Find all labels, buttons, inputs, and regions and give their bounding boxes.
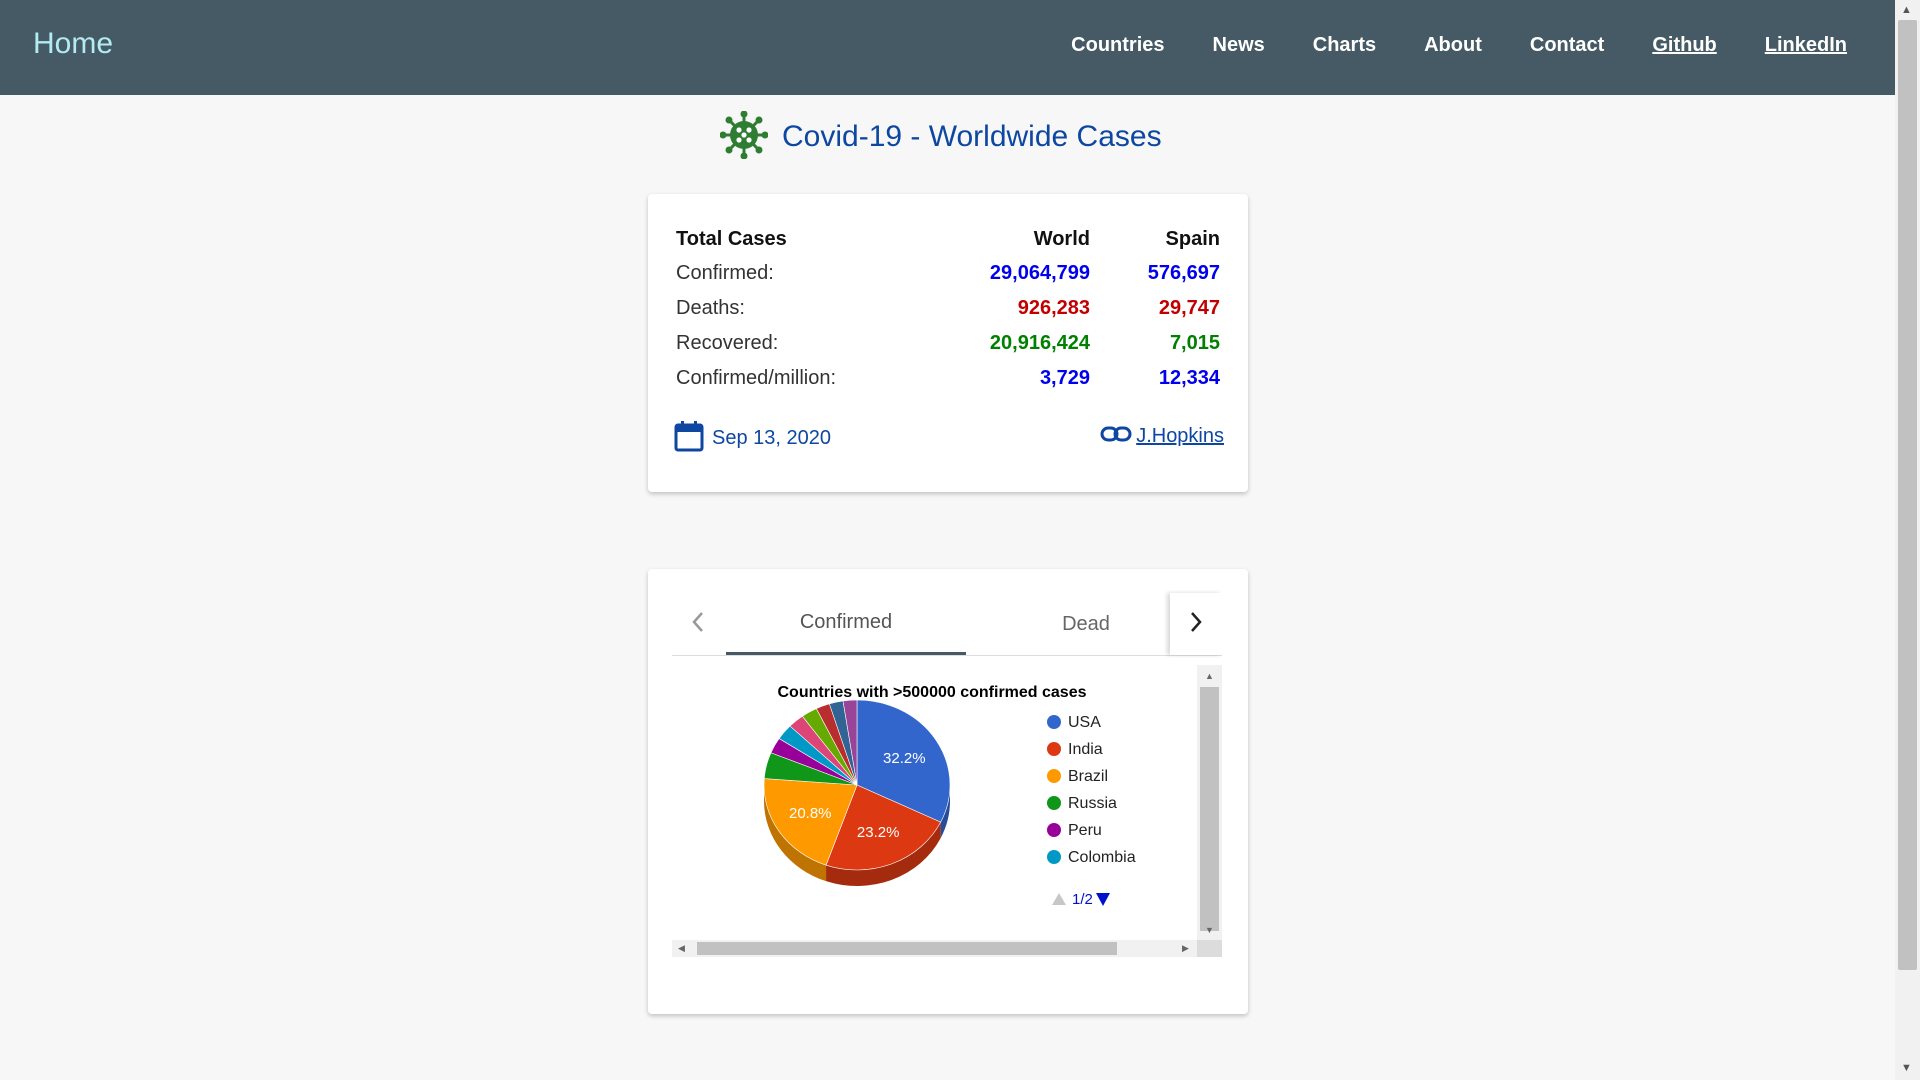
nav-link-github[interactable]: Github xyxy=(1652,34,1716,57)
chart-vertical-scroll-thumb[interactable] xyxy=(1200,687,1219,931)
legend-item[interactable]: Colombia xyxy=(1068,849,1136,866)
chevron-left-icon xyxy=(691,611,705,638)
chart-scroll-down-icon[interactable]: ▼ xyxy=(1205,925,1214,935)
nav-link-about[interactable]: About xyxy=(1424,34,1482,57)
legend-item[interactable]: USA xyxy=(1068,714,1101,731)
chart-horizontal-scroll-thumb[interactable] xyxy=(697,942,1117,955)
stats-world-deaths: 926,283 xyxy=(1017,297,1090,319)
page-scrollbar[interactable]: ▲ ▼ xyxy=(1895,0,1920,1080)
stats-label-confirmed: Confirmed: xyxy=(676,262,774,284)
virus-icon xyxy=(719,110,769,164)
pie-slice-label: 20.8% xyxy=(789,805,832,822)
nav-link-news[interactable]: News xyxy=(1213,34,1265,57)
chart-scroll-up-icon[interactable]: ▲ xyxy=(1205,671,1214,681)
legend-prev-page-icon[interactable] xyxy=(1052,893,1066,905)
chart-frame: Countries with >500000 confirmed cases 3… xyxy=(672,665,1222,957)
nav-link-contact[interactable]: Contact xyxy=(1530,34,1604,57)
legend-item[interactable]: Brazil xyxy=(1068,768,1108,785)
chart-tabs: Confirmed Dead xyxy=(672,593,1222,656)
nav-link-countries[interactable]: Countries xyxy=(1071,34,1164,57)
chart-horizontal-scrollbar[interactable]: ◀ ▶ xyxy=(672,940,1197,957)
legend-next-page-icon[interactable] xyxy=(1096,893,1110,906)
chart-vertical-scrollbar[interactable]: ▲ ▼ xyxy=(1197,665,1222,940)
chart-scroll-right-icon[interactable]: ▶ xyxy=(1182,943,1189,954)
stats-label-per-million: Confirmed/million: xyxy=(676,367,837,389)
stats-spain-recovered: 7,015 xyxy=(1169,332,1220,354)
source-link[interactable]: J.Hopkins xyxy=(1100,424,1224,449)
chart-card: Confirmed Dead Countries with >500000 co… xyxy=(648,569,1248,1014)
source-link-text[interactable]: J.Hopkins xyxy=(1136,425,1224,448)
stats-label-deaths: Deaths: xyxy=(676,297,745,319)
stats-label-recovered: Recovered: xyxy=(676,332,779,354)
stats-spain-per-million: 12,334 xyxy=(1158,367,1220,389)
stats-world-confirmed: 29,064,799 xyxy=(989,262,1090,284)
stats-table: Total Cases World Spain Confirmed: 29,06… xyxy=(676,222,1220,396)
stats-header-world: World xyxy=(1033,227,1090,250)
pie-slices xyxy=(763,699,951,871)
legend-swatch xyxy=(1047,715,1061,729)
stats-row-deaths: Deaths: 926,283 29,747 xyxy=(676,291,1220,326)
tab-confirmed[interactable]: Confirmed xyxy=(726,593,966,655)
nav-links: Countries News Charts About Contact Gith… xyxy=(1071,34,1847,57)
stats-row-confirmed: Confirmed: 29,064,799 576,697 xyxy=(676,256,1220,291)
legend-swatch xyxy=(1047,742,1061,756)
chart-legend: USA India Brazil Russia Peru Colombia xyxy=(1047,714,1136,866)
legend-swatch xyxy=(1047,823,1061,837)
chevron-right-icon xyxy=(1189,611,1203,638)
data-date: Sep 13, 2020 xyxy=(712,427,831,449)
pie-slice-label: 32.2% xyxy=(883,750,926,767)
stats-header-spain: Spain xyxy=(1165,227,1220,250)
page-scrollbar-thumb[interactable] xyxy=(1898,20,1917,970)
chart-scroll-left-icon[interactable]: ◀ xyxy=(678,943,685,954)
tab-next-button[interactable] xyxy=(1170,593,1222,655)
stats-spain-deaths: 29,747 xyxy=(1158,297,1220,319)
page-title: Covid-19 - Worldwide Cases xyxy=(719,110,1162,164)
stats-header-label: Total Cases xyxy=(676,227,787,250)
chart-title: Countries with >500000 confirmed cases xyxy=(777,684,1086,701)
nav-link-linkedin[interactable]: LinkedIn xyxy=(1765,34,1847,57)
legend-item[interactable]: Russia xyxy=(1068,795,1117,812)
legend-pager: 1/2 xyxy=(1052,891,1110,908)
legend-swatch xyxy=(1047,796,1061,810)
legend-page-indicator: 1/2 xyxy=(1072,891,1093,908)
legend-item[interactable]: Peru xyxy=(1068,822,1102,839)
nav-link-charts[interactable]: Charts xyxy=(1313,34,1376,57)
stats-row-recovered: Recovered: 20,916,424 7,015 xyxy=(676,326,1220,361)
stats-spain-confirmed: 576,697 xyxy=(1147,262,1220,284)
calendar-icon xyxy=(674,420,704,457)
stats-world-per-million: 3,729 xyxy=(1039,367,1090,389)
top-navbar: Home Countries News Charts About Contact… xyxy=(0,0,1895,95)
legend-item[interactable]: India xyxy=(1068,741,1103,758)
link-icon xyxy=(1100,424,1132,449)
stats-row-per-million: Confirmed/million: 3,729 12,334 xyxy=(676,361,1220,396)
tab-prev-button[interactable] xyxy=(672,593,724,655)
legend-swatch xyxy=(1047,769,1061,783)
pie-chart: Countries with >500000 confirmed cases 3… xyxy=(763,684,1136,908)
stats-card: Total Cases World Spain Confirmed: 29,06… xyxy=(648,194,1248,492)
date-row: Sep 13, 2020 xyxy=(674,420,831,457)
stats-header-row: Total Cases World Spain xyxy=(676,222,1220,256)
scroll-down-arrow-icon[interactable]: ▼ xyxy=(1901,1062,1912,1074)
pie-slice-label: 23.2% xyxy=(857,824,900,841)
page-title-text: Covid-19 - Worldwide Cases xyxy=(782,120,1162,153)
legend-swatch xyxy=(1047,850,1061,864)
scroll-up-arrow-icon[interactable]: ▲ xyxy=(1901,4,1912,16)
stats-world-recovered: 20,916,424 xyxy=(989,332,1090,354)
home-link[interactable]: Home xyxy=(33,27,113,61)
scrollbar-corner xyxy=(1197,940,1222,957)
